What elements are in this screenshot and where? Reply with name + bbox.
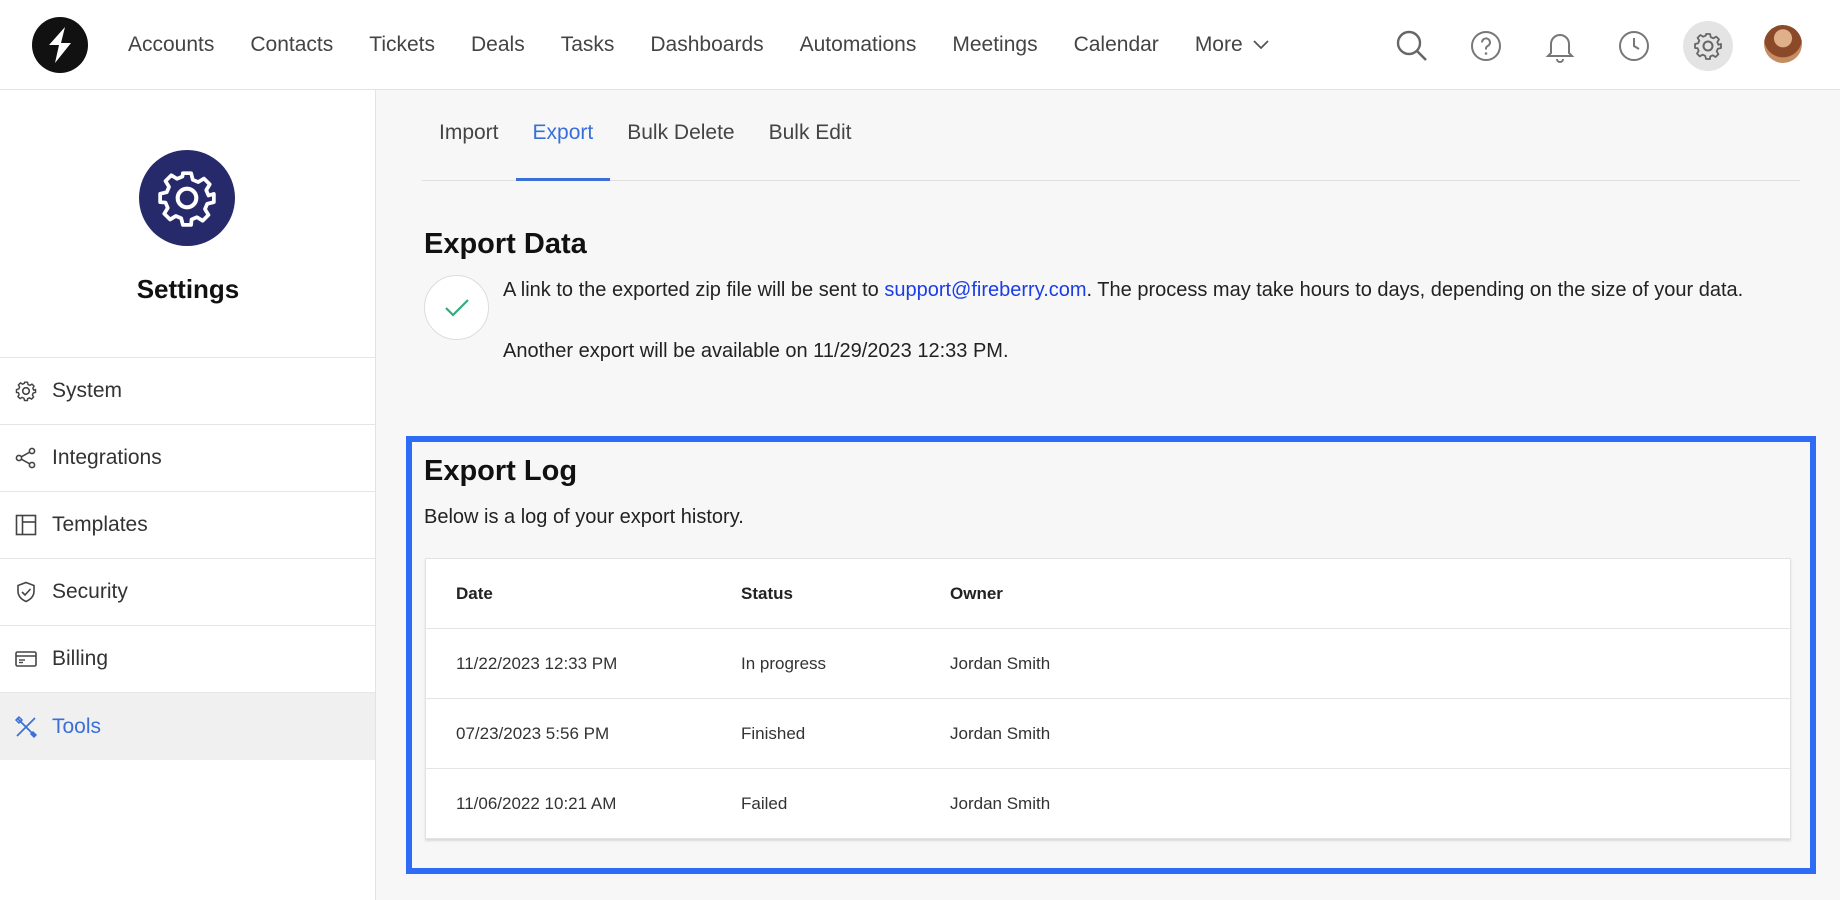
column-header-date[interactable]: Date bbox=[456, 559, 493, 629]
row-date: 11/06/2022 10:21 AM bbox=[456, 794, 617, 813]
sidebar-item-label: Tools bbox=[52, 714, 102, 738]
clock-icon[interactable] bbox=[1609, 21, 1659, 71]
nav-tickets[interactable]: Tickets bbox=[369, 33, 435, 57]
fireberry-logo[interactable] bbox=[32, 17, 88, 73]
sidebar-item-label: Billing bbox=[52, 647, 109, 670]
help-icon[interactable] bbox=[1461, 21, 1511, 71]
tab-export[interactable]: Export bbox=[515, 90, 611, 181]
share-icon bbox=[14, 446, 38, 470]
table-header-row: Date Status Owner bbox=[426, 559, 1790, 629]
tools-tabs: Import Export Bulk Delete Bulk Edit bbox=[422, 90, 1800, 181]
avatar[interactable] bbox=[1764, 25, 1802, 63]
shield-icon bbox=[14, 580, 38, 604]
gear-icon bbox=[158, 171, 216, 227]
nav-accounts[interactable]: Accounts bbox=[128, 33, 214, 57]
row-owner: Jordan Smith bbox=[950, 724, 1051, 743]
sidebar-item-label: Integrations bbox=[52, 446, 162, 469]
sidebar-item-label: Templates bbox=[52, 513, 148, 536]
sidebar-item-label: System bbox=[52, 379, 123, 402]
export-log-table: Date Status Owner 11/22/2023 12:33 PM In… bbox=[425, 558, 1791, 839]
table-row[interactable]: 07/23/2023 5:56 PM Finished Jordan Smith bbox=[426, 699, 1790, 769]
logo-icon bbox=[49, 27, 71, 63]
check-badge bbox=[424, 275, 489, 340]
row-owner: Jordan Smith bbox=[950, 654, 1051, 673]
sidebar-item-billing[interactable]: Billing bbox=[0, 626, 375, 693]
sidebar-item-templates[interactable]: Templates bbox=[0, 492, 375, 559]
gear-icon[interactable] bbox=[1683, 21, 1733, 71]
settings-menu: System Integrations Templates Security B… bbox=[0, 357, 375, 760]
tools-icon bbox=[14, 715, 38, 739]
sidebar-item-integrations[interactable]: Integrations bbox=[0, 425, 375, 492]
main-nav: Accounts Contacts Tickets Deals Tasks Da… bbox=[128, 0, 1305, 90]
export-data-title: Export Data bbox=[424, 228, 587, 260]
export-description: A link to the exported zip file will be … bbox=[503, 275, 1793, 305]
nav-contacts[interactable]: Contacts bbox=[250, 33, 333, 57]
sidebar-item-system[interactable]: System bbox=[0, 358, 375, 425]
column-header-status[interactable]: Status bbox=[741, 559, 793, 629]
row-owner: Jordan Smith bbox=[950, 794, 1051, 813]
gear-icon bbox=[14, 379, 38, 403]
tab-bulk-edit[interactable]: Bulk Edit bbox=[752, 90, 869, 180]
export-log-title: Export Log bbox=[424, 455, 578, 487]
row-status: Finished bbox=[741, 724, 806, 743]
nav-calendar[interactable]: Calendar bbox=[1074, 33, 1159, 57]
row-status: In progress bbox=[741, 654, 827, 673]
nav-meetings[interactable]: Meetings bbox=[952, 33, 1037, 57]
export-desc-suffix: . The process may take hours to days, de… bbox=[1086, 279, 1744, 301]
support-email-link[interactable]: support@fireberry.com bbox=[884, 279, 1086, 301]
top-bar: Accounts Contacts Tickets Deals Tasks Da… bbox=[0, 0, 1840, 90]
settings-sidebar: Settings System Integrations Templates S… bbox=[0, 90, 376, 900]
search-icon[interactable] bbox=[1387, 21, 1437, 71]
nav-tasks[interactable]: Tasks bbox=[561, 33, 615, 57]
tab-bulk-delete[interactable]: Bulk Delete bbox=[610, 90, 751, 180]
table-row[interactable]: 11/06/2022 10:21 AM Failed Jordan Smith bbox=[426, 769, 1790, 839]
card-icon bbox=[14, 647, 38, 671]
nav-deals[interactable]: Deals bbox=[471, 33, 525, 57]
row-status: Failed bbox=[741, 794, 788, 813]
row-date: 11/22/2023 12:33 PM bbox=[456, 654, 618, 673]
column-header-owner[interactable]: Owner bbox=[950, 559, 1003, 629]
settings-badge bbox=[139, 150, 235, 246]
sidebar-item-label: Security bbox=[52, 580, 128, 603]
settings-title: Settings bbox=[136, 274, 240, 304]
export-availability: Another export will be available on 11/2… bbox=[503, 340, 1009, 362]
chevron-down-icon bbox=[1253, 40, 1269, 50]
table-row[interactable]: 11/22/2023 12:33 PM In progress Jordan S… bbox=[426, 629, 1790, 699]
row-date: 07/23/2023 5:56 PM bbox=[456, 724, 610, 743]
nav-automations[interactable]: Automations bbox=[800, 33, 917, 57]
check-icon bbox=[444, 298, 469, 317]
nav-more[interactable]: More bbox=[1195, 33, 1269, 57]
layout-icon bbox=[14, 513, 38, 537]
sidebar-item-security[interactable]: Security bbox=[0, 559, 375, 626]
nav-dashboards[interactable]: Dashboards bbox=[650, 33, 763, 57]
nav-more-label: More bbox=[1194, 33, 1243, 56]
export-desc-prefix: A link to the exported zip file will be … bbox=[503, 279, 885, 301]
tab-import[interactable]: Import bbox=[422, 90, 516, 180]
sidebar-item-tools[interactable]: Tools bbox=[0, 693, 375, 760]
bell-icon[interactable] bbox=[1535, 21, 1585, 71]
export-log-subtitle: Below is a log of your export history. bbox=[424, 506, 744, 528]
